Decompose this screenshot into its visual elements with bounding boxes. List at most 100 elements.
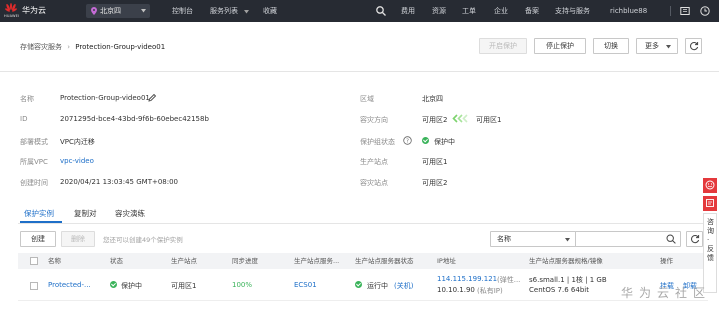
chevron-down-icon [244,10,249,14]
resources-link[interactable]: 资源 [432,0,446,22]
col-progress[interactable]: 同步进度 [232,253,258,269]
server-image: CentOS 7.6 64bit [529,286,589,294]
edit-pencil-icon[interactable] [148,93,157,102]
switch-button[interactable]: 切换 [593,38,629,54]
user-menu[interactable]: richblue88 [610,0,647,22]
table-refresh-button[interactable] [686,231,703,247]
message-icon[interactable] [680,6,690,16]
stop-protection-button[interactable]: 停止保护 [534,38,586,54]
consult-feedback-tab[interactable]: 咨询·反馈 [703,213,717,293]
sync-progress: 100% [232,281,253,289]
filter-field-value: 名称 [497,235,511,243]
create-button[interactable]: 创建 [20,231,56,247]
instance-status: 保护中 [121,282,142,290]
fees-link[interactable]: 费用 [401,0,415,22]
help-icon[interactable]: ? [403,136,412,145]
dr-direction-from: 可用区2 [422,116,448,124]
production-site-value: 可用区1 [422,158,448,166]
status-success-icon [422,137,429,145]
region-name: 北京四 [100,7,121,15]
server-status: 运行中 [367,282,388,290]
direction-arrow-icon [452,114,468,123]
huawei-logo-icon [5,3,17,12]
location-pin-icon [91,7,97,15]
name-value: Protection-Group-video01 [60,94,150,102]
dr-site-value: 可用区2 [422,179,448,187]
feedback-form-button[interactable] [703,196,717,211]
region-selector[interactable]: 北京四 [86,4,150,18]
breadcrumb-separator: › [67,43,71,51]
tab-protected-instances[interactable]: 保护实例 [24,208,54,219]
region-label: 区域 [360,95,374,103]
divider [670,6,671,16]
region-value: 北京四 [422,95,443,103]
col-spec[interactable]: 生产站点服务器规格/镜像 [529,253,603,269]
filter-field-select[interactable]: 名称 [490,231,576,247]
support-link[interactable]: 支持与服务 [555,0,590,22]
refresh-icon [690,42,699,51]
group-status-label: 保护组状态 [360,138,395,146]
dr-direction-to: 可用区1 [476,116,502,124]
top-navigation-bar: HUAWEI 华为云 北京四 控制台 服务列表 收藏 费用 资源 工单 企业 备… [0,0,719,22]
status-success-icon [110,281,117,289]
breadcrumb-current: Protection-Group-video01 [75,43,166,51]
floating-ip[interactable]: 114.115.199.121 [437,275,497,283]
chevron-down-icon [141,9,146,13]
more-dropdown[interactable]: 更多 [636,38,678,54]
enable-protection-button[interactable]: 开启保护 [479,38,527,54]
smiley-icon [705,180,715,190]
col-status[interactable]: 状态 [110,253,123,269]
private-ip: 10.10.1.90 [437,286,475,294]
col-ops: 操作 [660,257,673,265]
search-icon[interactable] [376,6,386,16]
search-icon[interactable] [666,234,676,244]
clock-icon[interactable] [700,6,710,16]
refresh-icon [691,235,700,244]
server-spec: s6.small.1 | 1核 | 1 GB [529,276,607,284]
delete-button[interactable]: 删除 [61,231,95,247]
server-link[interactable]: ECS01 [294,281,317,289]
chevron-down-icon [565,238,570,242]
select-all-checkbox[interactable] [30,257,38,265]
col-name[interactable]: 名称 [48,253,61,269]
col-server[interactable]: 生产站点服务... [294,253,339,269]
col-site[interactable]: 生产站点 [171,253,197,269]
ticket-link[interactable]: 工单 [462,0,476,22]
instance-name-link[interactable]: Protected-... [48,281,91,289]
form-icon [706,199,714,207]
svg-text:?: ? [406,139,409,145]
consult-feedback-label: 咨询·反馈 [707,218,714,262]
filing-link[interactable]: 备案 [525,0,539,22]
row-divider [18,300,708,301]
service-chat-button[interactable] [703,178,717,193]
favorites-menu[interactable]: 收藏 [263,0,277,22]
col-server-status[interactable]: 生产站点服务器状态 [355,253,414,269]
tab-dr-drills[interactable]: 容灾演练 [115,208,145,219]
breadcrumb-parent[interactable]: 存储容灾服务 [20,43,62,51]
chevron-down-icon [666,45,671,49]
watermark-text: 华为云社区 [621,286,712,300]
search-input[interactable] [575,231,681,247]
service-list-menu[interactable]: 服务列表 [210,0,238,22]
production-site-label: 生产站点 [360,158,388,166]
breadcrumb: 存储容灾服务 › Protection-Group-video01 [20,42,165,52]
name-label: 名称 [20,95,34,103]
console-link[interactable]: 控制台 [172,0,193,22]
created-time-value: 2020/04/21 13:03:45 GMT+08:00 [60,178,179,186]
page-header: 存储容灾服务 › Protection-Group-video01 开启保护 停… [0,22,719,72]
refresh-button[interactable] [685,38,702,54]
brand-name[interactable]: 华为云 [22,0,46,22]
floating-ip-note: (弹性... [497,276,521,284]
instance-site: 可用区1 [171,282,197,290]
tab-replication-pairs[interactable]: 复制对 [74,208,97,219]
server-status-note[interactable]: (关机) [394,281,413,291]
dr-direction-label: 容灾方向 [360,116,388,124]
col-ip[interactable]: IP地址 [437,253,456,269]
tab-divider [18,223,708,224]
more-label: 更多 [645,42,659,50]
enterprise-link[interactable]: 企业 [494,0,508,22]
id-value: 2071295d-bce4-43bd-9f6b-60ebec42158b [60,115,209,123]
row-checkbox[interactable] [30,282,38,290]
vpc-link[interactable]: vpc-video [60,157,94,165]
status-success-icon [355,281,362,289]
